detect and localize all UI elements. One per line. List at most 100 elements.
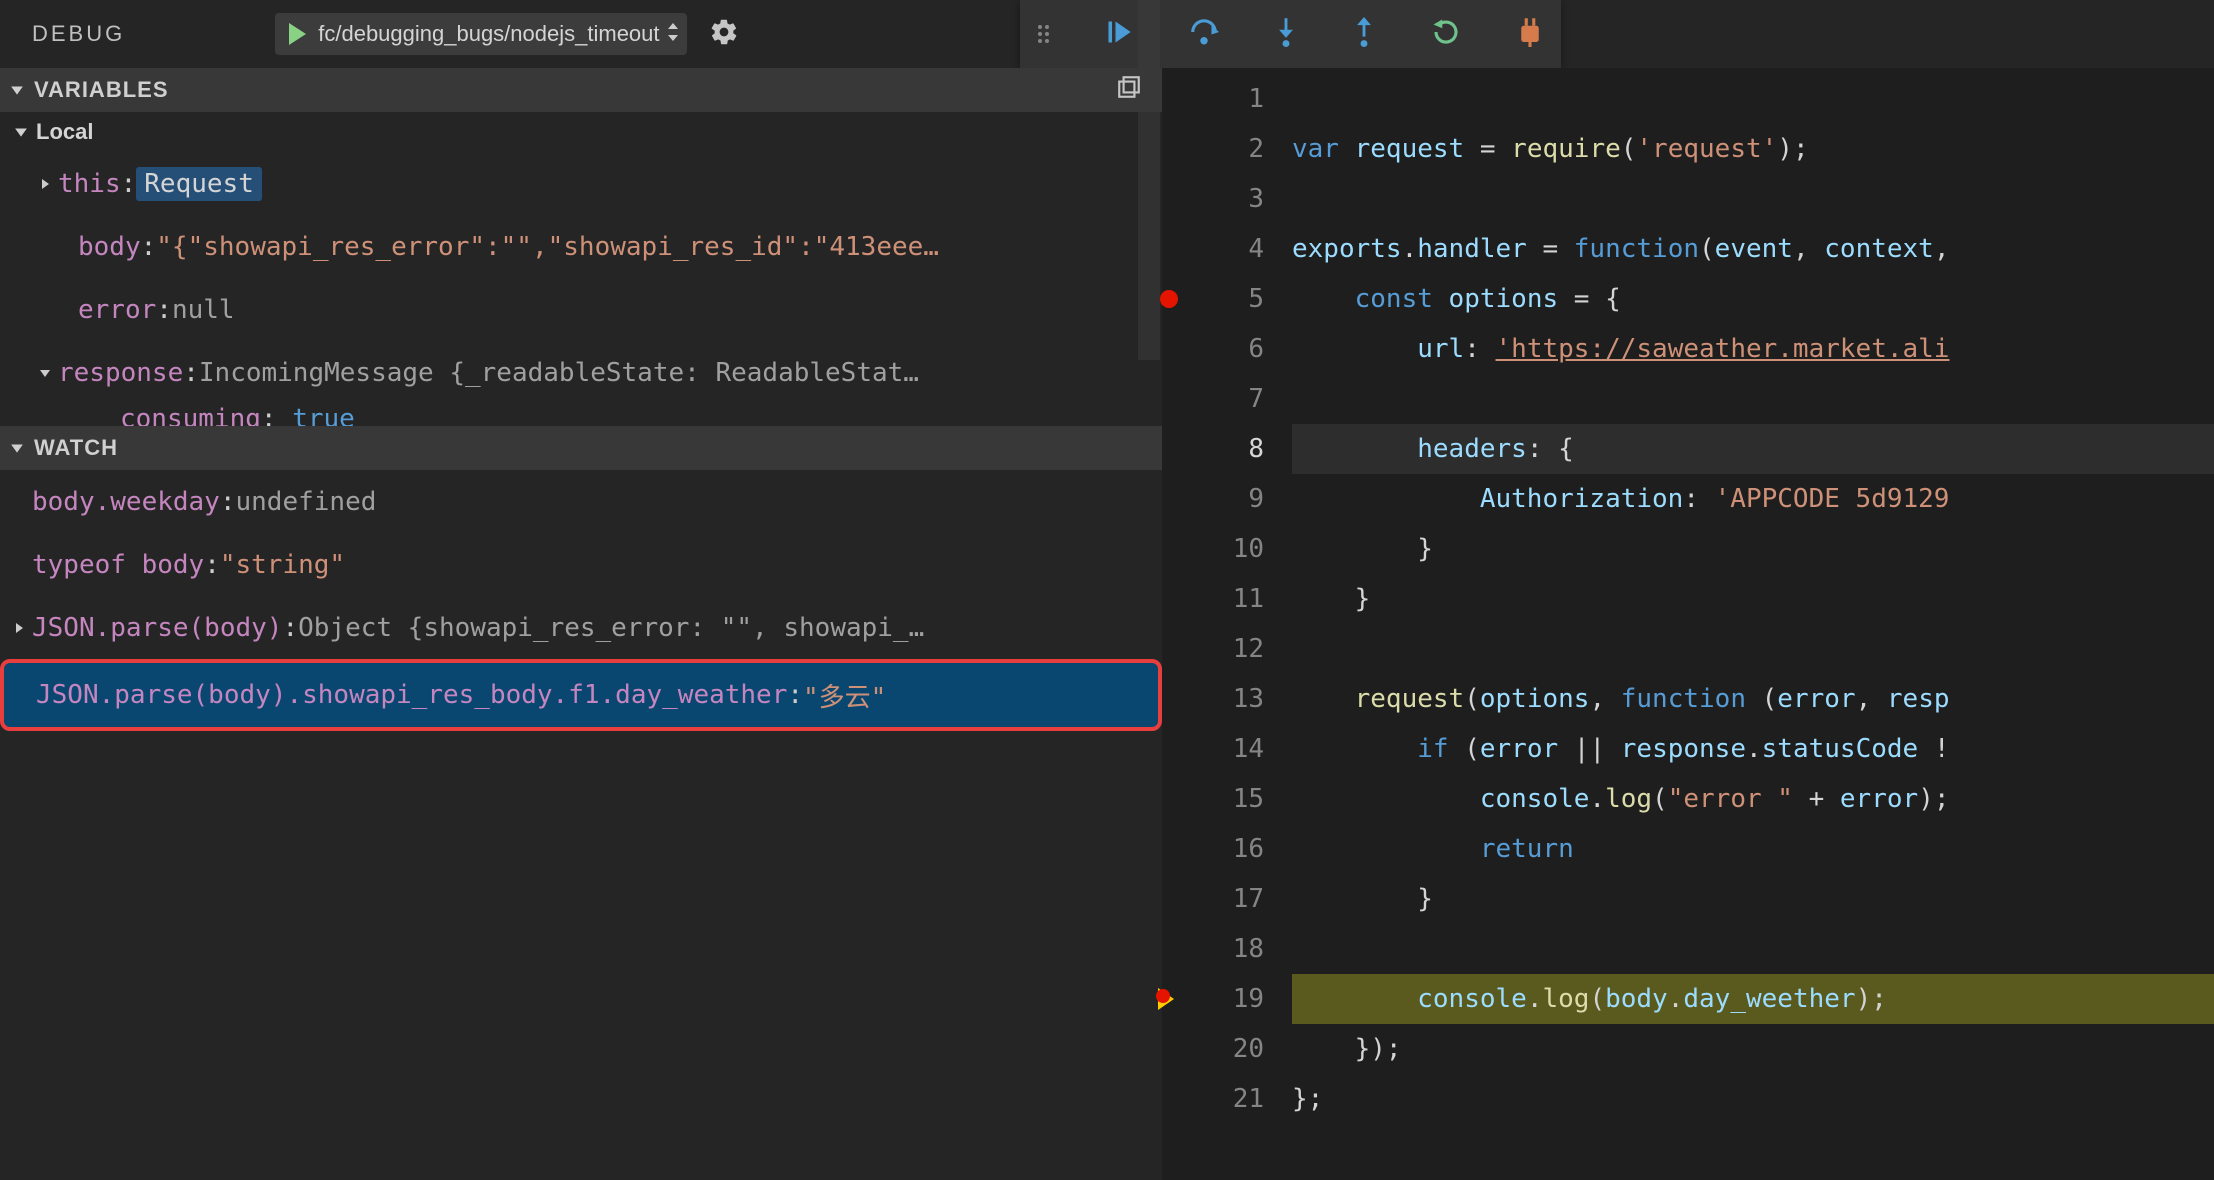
line-number[interactable]: 4 — [1162, 224, 1264, 274]
launch-config-name: fc/debugging_bugs/nodejs_timeout — [318, 21, 659, 47]
code-line[interactable]: Authorization: 'APPCODE 5d9129 — [1292, 474, 2214, 524]
step-out-button[interactable] — [1353, 17, 1375, 52]
code-line[interactable]: headers: { — [1292, 424, 2214, 474]
watch-value: Object {showapi_res_error: "", showapi_… — [298, 613, 924, 643]
variable-value: true — [292, 404, 355, 426]
code-editor[interactable]: 123456789101112131415161718192021 var re… — [1162, 68, 2214, 1180]
code-line[interactable] — [1292, 374, 2214, 424]
code-line[interactable]: return — [1292, 824, 2214, 874]
line-number[interactable]: 21 — [1162, 1074, 1264, 1124]
code-line[interactable]: } — [1292, 874, 2214, 924]
code-line[interactable]: console.log("error " + error); — [1292, 774, 2214, 824]
watch-expression: typeof body — [32, 550, 204, 580]
restart-button[interactable] — [1431, 17, 1461, 52]
variable-row[interactable]: consuming: true — [0, 404, 1162, 426]
line-number[interactable]: 11 — [1162, 574, 1264, 624]
line-number[interactable]: 18 — [1162, 924, 1264, 974]
code-line[interactable] — [1292, 74, 2214, 124]
watch-expression: JSON.parse(body).showapi_res_body.f1.day… — [36, 680, 787, 710]
watch-expression-row[interactable]: JSON.parse(body).showapi_res_body.f1.day… — [0, 659, 1162, 731]
local-scope-header[interactable]: Local — [0, 112, 1162, 152]
variables-title: VARIABLES — [34, 77, 169, 103]
code-line[interactable]: if (error || response.statusCode ! — [1292, 724, 2214, 774]
code-line[interactable]: exports.handler = function(event, contex… — [1292, 224, 2214, 274]
drag-handle-icon[interactable] — [1038, 25, 1049, 43]
line-number[interactable]: 20 — [1162, 1024, 1264, 1074]
line-number[interactable]: 5 — [1162, 274, 1264, 324]
sidebar-scrollbar[interactable] — [1138, 0, 1160, 360]
watch-expression: body.weekday — [32, 487, 220, 517]
line-number[interactable]: 15 — [1162, 774, 1264, 824]
variables-section-header[interactable]: VARIABLES — [0, 68, 1162, 112]
chevron-down-icon — [10, 435, 24, 461]
variable-row[interactable]: error: null — [0, 278, 1162, 341]
chevron-down-icon — [10, 77, 24, 103]
variable-name: this — [58, 169, 121, 199]
dropdown-icon — [666, 21, 680, 48]
code-content[interactable]: var request = require('request'); exports… — [1292, 68, 2214, 1180]
chevron-down-icon — [32, 367, 58, 379]
code-line[interactable] — [1292, 624, 2214, 674]
code-line[interactable]: }); — [1292, 1024, 2214, 1074]
code-line[interactable]: url: 'https://saweather.market.ali — [1292, 324, 2214, 374]
debug-toolbar — [1020, 0, 1561, 68]
launch-config-selector[interactable]: fc/debugging_bugs/nodejs_timeout — [275, 13, 686, 55]
local-scope-title: Local — [36, 119, 93, 145]
variable-name: error — [78, 295, 156, 325]
debug-panel-title: DEBUG — [32, 21, 125, 47]
watch-section-header[interactable]: WATCH — [0, 426, 1162, 470]
variable-name: consuming — [120, 404, 261, 426]
line-number[interactable]: 7 — [1162, 374, 1264, 424]
code-line[interactable]: }; — [1292, 1074, 2214, 1124]
line-number[interactable]: 2 — [1162, 124, 1264, 174]
watch-expression: JSON.parse(body) — [32, 613, 282, 643]
line-number[interactable]: 8 — [1162, 424, 1264, 474]
code-line[interactable]: console.log(body.day_weether); — [1292, 974, 2214, 1024]
code-line[interactable]: } — [1292, 524, 2214, 574]
play-icon — [286, 22, 308, 46]
continue-button[interactable] — [1105, 18, 1133, 51]
step-over-button[interactable] — [1189, 18, 1219, 51]
watch-expression-row[interactable]: JSON.parse(body): Object {showapi_res_er… — [0, 596, 1162, 659]
line-number[interactable]: 12 — [1162, 624, 1264, 674]
line-number[interactable]: 9 — [1162, 474, 1264, 524]
code-line[interactable]: } — [1292, 574, 2214, 624]
gear-icon[interactable] — [709, 17, 739, 52]
variable-row[interactable]: this: Request — [0, 152, 1162, 215]
line-number[interactable]: 19 — [1162, 974, 1264, 1024]
line-number[interactable]: 1 — [1162, 74, 1264, 124]
line-number[interactable]: 16 — [1162, 824, 1264, 874]
watch-value: "string" — [220, 550, 345, 580]
chevron-right-icon — [6, 622, 32, 634]
code-line[interactable]: const options = { — [1292, 274, 2214, 324]
variable-row[interactable]: body: "{"showapi_res_error":"","showapi_… — [0, 215, 1162, 278]
variable-row[interactable]: response: IncomingMessage {_readableStat… — [0, 341, 1162, 404]
debug-top-bar: DEBUG fc/debugging_bugs/nodejs_timeout — [0, 0, 2214, 68]
variable-value: null — [172, 295, 235, 325]
line-number[interactable]: 17 — [1162, 874, 1264, 924]
line-number-gutter: 123456789101112131415161718192021 — [1162, 68, 1292, 1180]
chevron-right-icon — [32, 178, 58, 190]
code-line[interactable] — [1292, 924, 2214, 974]
line-number[interactable]: 13 — [1162, 674, 1264, 724]
watch-expression-row[interactable]: typeof body: "string" — [0, 533, 1162, 596]
collapse-all-icon[interactable] — [1116, 74, 1142, 106]
watch-value: undefined — [236, 487, 377, 517]
line-number[interactable]: 14 — [1162, 724, 1264, 774]
main-area: VARIABLES Local this: Requestbody: "{"sh… — [0, 68, 2214, 1180]
line-number[interactable]: 10 — [1162, 524, 1264, 574]
disconnect-button[interactable] — [1517, 17, 1543, 52]
chevron-down-icon — [14, 119, 28, 145]
code-line[interactable]: var request = require('request'); — [1292, 124, 2214, 174]
variable-name: response — [58, 358, 183, 388]
variable-value: Request — [136, 167, 262, 201]
line-number[interactable]: 3 — [1162, 174, 1264, 224]
variable-value: "{"showapi_res_error":"","showapi_res_id… — [156, 232, 939, 262]
watch-value: "多云" — [803, 677, 886, 714]
variable-value: IncomingMessage {_readableState: Readabl… — [199, 358, 919, 388]
code-line[interactable] — [1292, 174, 2214, 224]
step-into-button[interactable] — [1275, 17, 1297, 52]
code-line[interactable]: request(options, function (error, resp — [1292, 674, 2214, 724]
watch-expression-row[interactable]: body.weekday: undefined — [0, 470, 1162, 533]
line-number[interactable]: 6 — [1162, 324, 1264, 374]
